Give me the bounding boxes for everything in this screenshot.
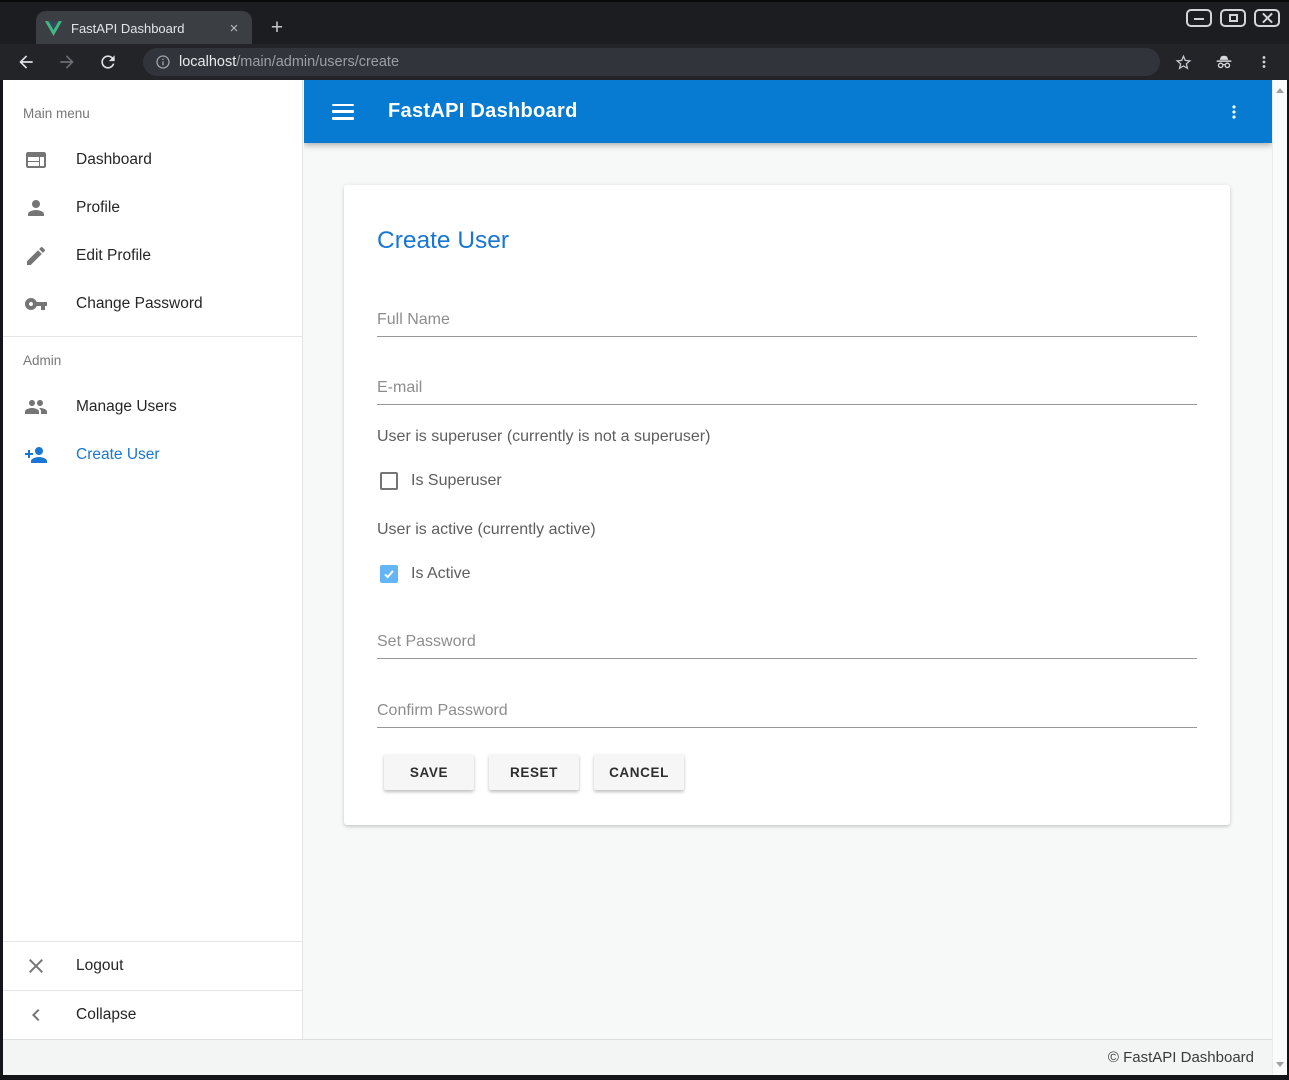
reset-button[interactable]: RESET bbox=[489, 754, 579, 790]
sidebar-item-label: Change Password bbox=[76, 295, 203, 313]
tab-close-icon[interactable]: × bbox=[225, 20, 243, 38]
person-icon bbox=[24, 196, 48, 220]
key-icon bbox=[24, 292, 48, 316]
email-input[interactable] bbox=[377, 378, 1197, 405]
is-superuser-checkbox[interactable] bbox=[380, 472, 398, 490]
web-icon bbox=[24, 148, 48, 172]
full-name-field bbox=[377, 310, 1197, 337]
browser-titlebar: FastAPI Dashboard × + bbox=[0, 0, 1289, 44]
new-tab-button[interactable]: + bbox=[263, 14, 291, 42]
sidebar-item-dashboard[interactable]: Dashboard bbox=[3, 136, 302, 184]
main-content: FastAPI Dashboard Create User User is su… bbox=[304, 80, 1272, 1039]
app-header: FastAPI Dashboard bbox=[304, 80, 1272, 143]
app-footer: © FastAPI Dashboard bbox=[3, 1039, 1272, 1075]
url-bar[interactable]: localhost/main/admin/users/create bbox=[143, 48, 1160, 76]
close-window-button[interactable] bbox=[1254, 9, 1280, 27]
email-field bbox=[377, 378, 1197, 405]
sidebar: Main menu Dashboard Profile Edit Profile… bbox=[3, 80, 303, 1039]
copyright-text: © FastAPI Dashboard bbox=[1108, 1049, 1254, 1066]
sidebar-item-manage-users[interactable]: Manage Users bbox=[3, 383, 302, 431]
set-password-input[interactable] bbox=[377, 632, 1197, 659]
superuser-hint: User is superuser (currently is not a su… bbox=[377, 427, 1197, 446]
checkbox-label: Is Active bbox=[411, 565, 471, 583]
create-user-card: Create User User is superuser (currently… bbox=[344, 185, 1230, 825]
sidebar-item-label: Create User bbox=[76, 446, 160, 464]
checkbox-label: Is Superuser bbox=[411, 472, 502, 490]
sidebar-spacer bbox=[3, 479, 302, 941]
save-button[interactable]: SAVE bbox=[384, 754, 474, 790]
sidebar-item-collapse[interactable]: Collapse bbox=[3, 991, 302, 1039]
scrollbar-down-arrow-icon[interactable] bbox=[1276, 1062, 1284, 1067]
vue-logo-icon bbox=[45, 21, 62, 36]
form-buttons: SAVE RESET CANCEL bbox=[384, 754, 1197, 790]
sidebar-item-change-password[interactable]: Change Password bbox=[3, 280, 302, 328]
hamburger-menu-icon[interactable] bbox=[332, 104, 354, 120]
set-password-field bbox=[377, 632, 1197, 659]
scrollbar-up-arrow-icon[interactable] bbox=[1276, 88, 1284, 93]
kebab-menu-icon[interactable] bbox=[1224, 102, 1244, 122]
browser-tab[interactable]: FastAPI Dashboard × bbox=[36, 11, 252, 46]
browser-toolbar: localhost/main/admin/users/create bbox=[0, 44, 1289, 80]
tab-title: FastAPI Dashboard bbox=[71, 21, 225, 36]
sidebar-section-admin: Admin bbox=[23, 353, 302, 368]
sidebar-item-logout[interactable]: Logout bbox=[3, 942, 302, 990]
sidebar-divider bbox=[3, 336, 302, 337]
bookmark-star-icon[interactable] bbox=[1174, 53, 1193, 72]
confirm-password-field bbox=[377, 701, 1197, 728]
app-title: FastAPI Dashboard bbox=[388, 100, 1224, 123]
pencil-icon bbox=[24, 244, 48, 268]
sidebar-item-label: Profile bbox=[76, 199, 120, 217]
confirm-password-input[interactable] bbox=[377, 701, 1197, 728]
sidebar-item-create-user[interactable]: Create User bbox=[3, 431, 302, 479]
is-active-checkbox-row[interactable]: Is Active bbox=[380, 564, 1197, 584]
sidebar-item-label: Dashboard bbox=[76, 151, 152, 169]
sidebar-section-main-menu: Main menu bbox=[23, 106, 302, 121]
url-text: localhost/main/admin/users/create bbox=[179, 54, 399, 70]
page-title: Create User bbox=[377, 228, 1197, 253]
forward-icon[interactable] bbox=[57, 52, 77, 72]
checkmark-icon bbox=[382, 567, 396, 581]
chevron-left-icon bbox=[24, 1003, 48, 1027]
back-icon[interactable] bbox=[16, 52, 36, 72]
people-icon bbox=[24, 395, 48, 419]
window-controls bbox=[1186, 9, 1280, 27]
page-viewport: Main menu Dashboard Profile Edit Profile… bbox=[3, 80, 1287, 1075]
full-name-input[interactable] bbox=[377, 310, 1197, 337]
sidebar-item-label: Collapse bbox=[76, 1006, 136, 1024]
site-info-icon[interactable] bbox=[155, 54, 171, 70]
sidebar-item-profile[interactable]: Profile bbox=[3, 184, 302, 232]
person-add-icon bbox=[24, 443, 48, 467]
reload-icon[interactable] bbox=[98, 52, 118, 72]
scrollbar[interactable] bbox=[1272, 80, 1287, 1075]
incognito-icon bbox=[1213, 52, 1235, 72]
minimize-button[interactable] bbox=[1186, 9, 1212, 27]
sidebar-item-edit-profile[interactable]: Edit Profile bbox=[3, 232, 302, 280]
is-superuser-checkbox-row[interactable]: Is Superuser bbox=[380, 471, 1197, 491]
close-icon bbox=[24, 954, 48, 978]
sidebar-item-label: Edit Profile bbox=[76, 247, 151, 265]
is-active-checkbox[interactable] bbox=[380, 565, 398, 583]
sidebar-item-label: Manage Users bbox=[76, 398, 177, 416]
sidebar-item-label: Logout bbox=[76, 957, 123, 975]
active-hint: User is active (currently active) bbox=[377, 520, 1197, 539]
maximize-button[interactable] bbox=[1220, 9, 1246, 27]
cancel-button[interactable]: CANCEL bbox=[594, 754, 684, 790]
browser-menu-icon[interactable] bbox=[1255, 53, 1273, 71]
